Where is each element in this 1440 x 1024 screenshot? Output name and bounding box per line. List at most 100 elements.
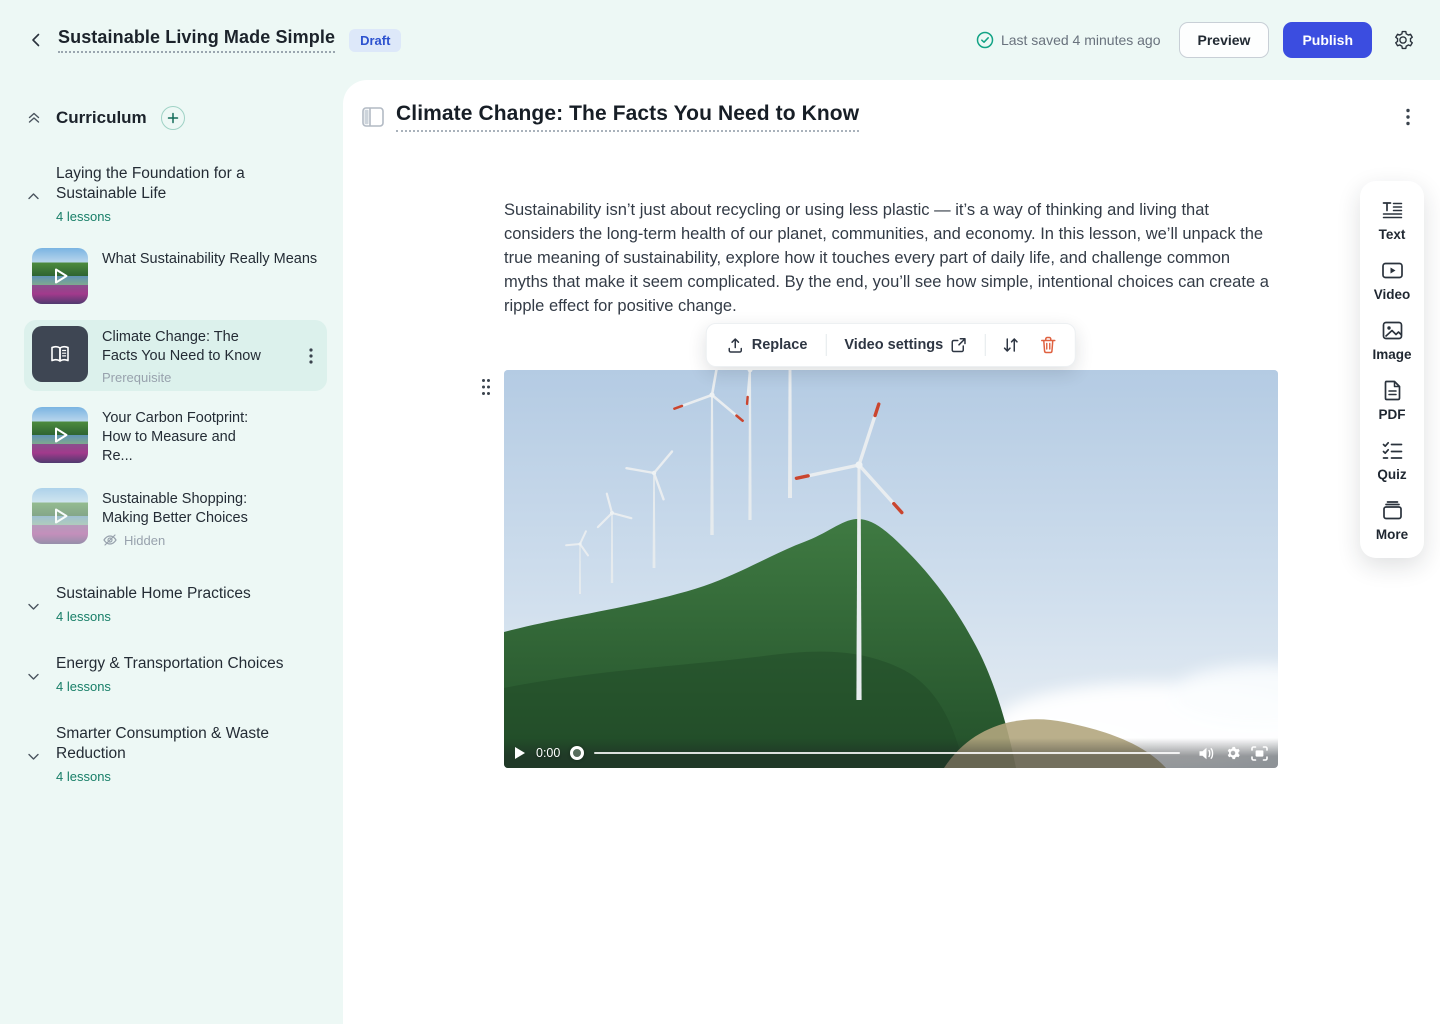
- section-lesson-count: 4 lessons: [56, 769, 291, 784]
- course-title[interactable]: Sustainable Living Made Simple: [58, 27, 335, 53]
- tool-label: Image: [1372, 347, 1411, 362]
- chevron-down-icon: [26, 599, 41, 614]
- lesson-kebab-menu[interactable]: [305, 344, 317, 368]
- preview-button[interactable]: Preview: [1179, 22, 1270, 58]
- more-icon: [1381, 499, 1404, 522]
- back-button[interactable]: [22, 26, 50, 54]
- text-icon: [1381, 199, 1404, 222]
- drag-dots-icon: [481, 378, 491, 396]
- kebab-icon: [1406, 108, 1410, 126]
- video-frame-wind-turbines: [504, 370, 1278, 768]
- tool-label: Quiz: [1377, 467, 1406, 482]
- lesson-reading-tile: [32, 326, 88, 382]
- lesson-prerequisite-label: Prerequisite: [102, 370, 319, 385]
- lesson-video-thumbnail: [32, 488, 88, 544]
- chevron-up-icon: [26, 189, 41, 204]
- section-header[interactable]: Energy & Transportation Choices 4 lesson…: [24, 654, 327, 694]
- trash-icon: [1040, 336, 1057, 354]
- chevron-down-icon: [26, 749, 41, 764]
- lesson-editor-canvas: Climate Change: The Facts You Need to Kn…: [343, 80, 1440, 1024]
- section-title: Smarter Consumption & Waste Reduction: [56, 724, 291, 764]
- video-icon: [1381, 259, 1404, 282]
- quiz-icon: [1381, 439, 1404, 462]
- video-settings-label: Video settings: [844, 337, 943, 353]
- external-link-icon: [951, 337, 967, 353]
- video-block-toolbar: Replace Video settings: [706, 323, 1076, 367]
- settings-button[interactable]: [1388, 25, 1418, 55]
- player-settings-button[interactable]: [1225, 745, 1241, 761]
- publish-button[interactable]: Publish: [1283, 22, 1372, 58]
- tool-more[interactable]: More: [1360, 495, 1424, 546]
- tool-label: Text: [1379, 227, 1406, 242]
- curriculum-section: Laying the Foundation for a Sustainable …: [24, 164, 327, 554]
- lesson-item[interactable]: What Sustainability Really Means: [24, 242, 327, 310]
- seek-knob[interactable]: [570, 746, 584, 760]
- saved-status-text: Last saved 4 minutes ago: [1001, 32, 1161, 48]
- video-player[interactable]: 0:00: [504, 370, 1278, 768]
- chevron-left-icon: [28, 32, 44, 48]
- tool-video[interactable]: Video: [1360, 255, 1424, 306]
- panel-layout-icon: [362, 107, 384, 127]
- play-icon: [32, 407, 88, 463]
- section-header[interactable]: Smarter Consumption & Waste Reduction 4 …: [24, 724, 327, 784]
- tool-label: Video: [1374, 287, 1411, 302]
- lesson-intro-paragraph[interactable]: Sustainability isn’t just about recyclin…: [504, 198, 1278, 318]
- play-button[interactable]: [514, 746, 526, 760]
- delete-block-button[interactable]: [1032, 332, 1065, 358]
- seek-track[interactable]: [594, 752, 1180, 754]
- section-title: Sustainable Home Practices: [56, 584, 251, 604]
- tool-pdf[interactable]: PDF: [1360, 375, 1424, 426]
- lesson-video-thumbnail: [32, 407, 88, 463]
- eye-off-icon: [102, 532, 118, 548]
- upload-icon: [727, 337, 744, 354]
- page-kebab-menu[interactable]: [1402, 104, 1414, 130]
- gear-icon: [1392, 29, 1414, 51]
- sidebar-toggle-button[interactable]: [362, 107, 384, 127]
- collapse-all-button[interactable]: [26, 110, 42, 126]
- lesson-item[interactable]: Your Carbon Footprint: How to Measure an…: [24, 401, 327, 472]
- tool-quiz[interactable]: Quiz: [1360, 435, 1424, 486]
- lesson-hidden-label: Hidden: [124, 533, 165, 548]
- image-icon: [1381, 319, 1404, 342]
- section-title: Energy & Transportation Choices: [56, 654, 283, 674]
- toolbar-divider: [985, 334, 986, 356]
- chevron-down-icon: [26, 669, 41, 684]
- tool-image[interactable]: Image: [1360, 315, 1424, 366]
- plus-icon: [167, 112, 179, 124]
- section-lesson-count: 4 lessons: [56, 679, 283, 694]
- page-title[interactable]: Climate Change: The Facts You Need to Kn…: [396, 102, 859, 132]
- tool-label: More: [1376, 527, 1408, 542]
- status-badge: Draft: [349, 29, 401, 52]
- toolbar-divider: [825, 334, 826, 356]
- section-lesson-count: 4 lessons: [56, 209, 291, 224]
- saved-status: Last saved 4 minutes ago: [976, 31, 1161, 49]
- block-drag-handle[interactable]: [477, 374, 495, 400]
- section-header[interactable]: Laying the Foundation for a Sustainable …: [24, 164, 327, 224]
- add-section-button[interactable]: [161, 106, 185, 130]
- section-lesson-count: 4 lessons: [56, 609, 251, 624]
- replace-label: Replace: [752, 337, 808, 353]
- tool-text[interactable]: Text: [1360, 195, 1424, 246]
- lesson-title: Climate Change: The Facts You Need to Kn…: [102, 328, 270, 366]
- lesson-video-thumbnail: [32, 248, 88, 304]
- replace-video-button[interactable]: Replace: [717, 333, 818, 358]
- curriculum-sidebar: Curriculum Laying the Foundation for a S…: [0, 80, 343, 1024]
- fullscreen-button[interactable]: [1251, 746, 1268, 761]
- volume-button[interactable]: [1198, 746, 1215, 761]
- section-header[interactable]: Sustainable Home Practices 4 lessons: [24, 584, 327, 624]
- video-settings-button[interactable]: Video settings: [834, 333, 977, 357]
- app-header: Sustainable Living Made Simple Draft Las…: [0, 0, 1440, 80]
- pdf-icon: [1381, 379, 1404, 402]
- chevrons-up-icon: [26, 110, 42, 126]
- section-title: Laying the Foundation for a Sustainable …: [56, 164, 291, 204]
- lesson-item-selected[interactable]: Climate Change: The Facts You Need to Kn…: [24, 320, 327, 391]
- tool-label: PDF: [1379, 407, 1406, 422]
- lesson-title: Sustainable Shopping: Making Better Choi…: [102, 490, 272, 528]
- video-current-time: 0:00: [536, 746, 560, 760]
- lesson-title: What Sustainability Really Means: [102, 250, 319, 269]
- move-block-button[interactable]: [994, 332, 1028, 358]
- open-book-icon: [46, 340, 74, 368]
- check-circle-icon: [976, 31, 994, 49]
- lesson-item-hidden[interactable]: Sustainable Shopping: Making Better Choi…: [24, 482, 327, 554]
- video-controls-bar: 0:00: [504, 738, 1278, 768]
